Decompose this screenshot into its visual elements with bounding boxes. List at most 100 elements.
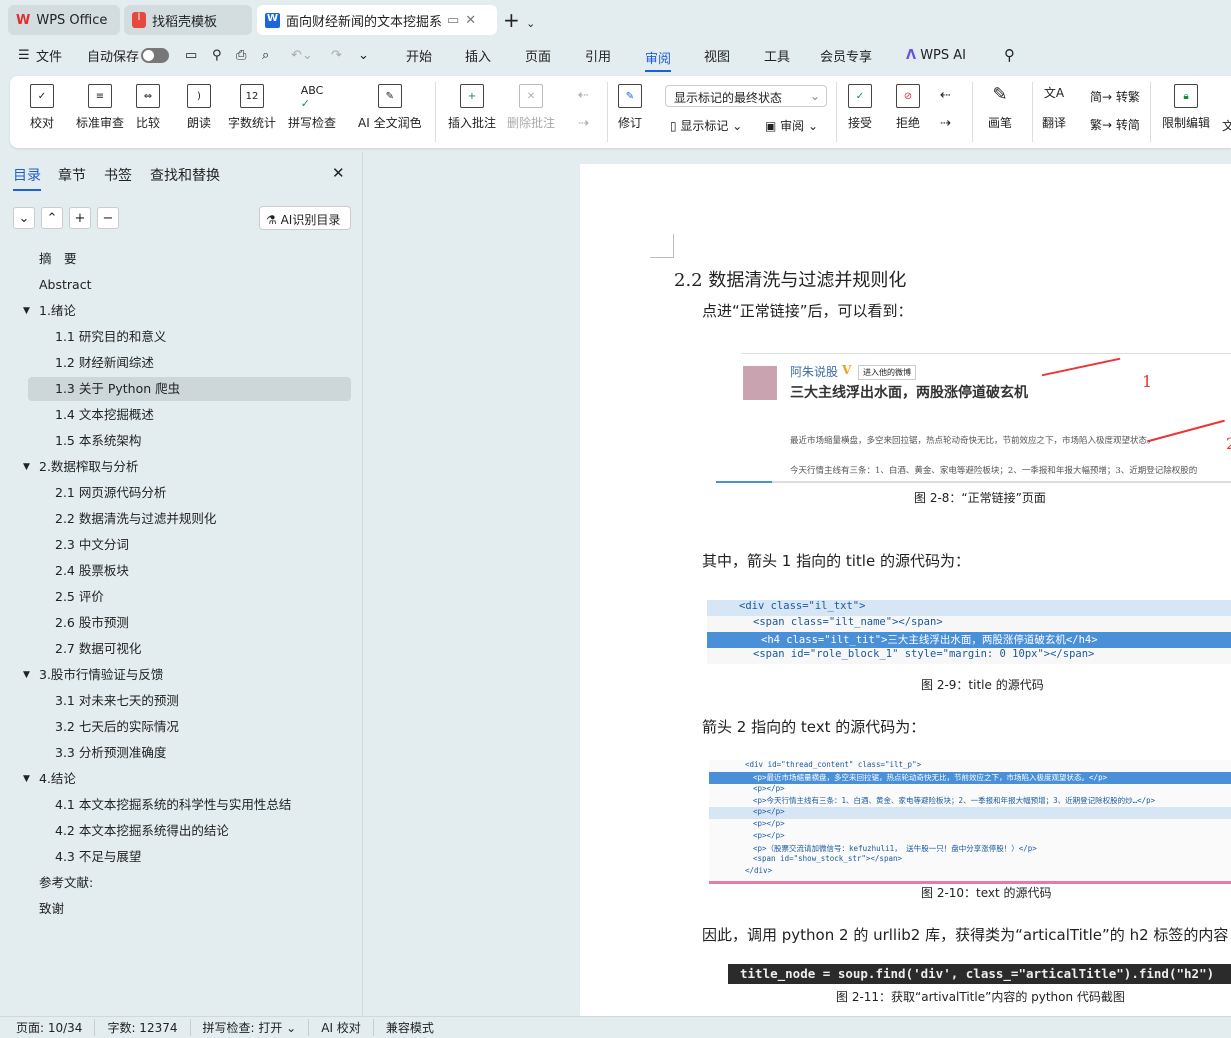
menu-start[interactable]: 开始 [406,46,432,65]
proofread-button[interactable]: ✓ 校对 [30,84,54,131]
expand-arrow-icon[interactable]: ▼ [23,663,30,687]
panel-tab-bookmark[interactable]: 书签 [104,165,132,185]
compare-button[interactable]: ⇔ 比较 [136,84,160,131]
markup-select[interactable]: 显示标记的最终状态 ⌄ [665,85,827,107]
toc-item[interactable]: 3.2 七天后的实际情况 [55,715,179,739]
toc-item[interactable]: 4.3 不足与展望 [55,845,141,869]
toc-item[interactable]: 1.1 研究目的和意义 [55,325,166,349]
new-tab-button[interactable]: + ⌄ [503,8,535,32]
toc-item[interactable]: 2.3 中文分词 [55,533,129,557]
expand-arrow-icon[interactable]: ▼ [23,455,30,479]
translate-icon: 文A [1043,86,1065,100]
accept-button[interactable]: ✓ 接受 [848,84,872,131]
ai-toc-button[interactable]: ⚗ AI识别目录 [259,206,351,230]
toc-item[interactable]: 2.6 股市预测 [55,611,129,635]
tab-document[interactable]: W 面向财经新闻的文本挖掘系统 ▭ ✕ [257,5,497,35]
to-traditional-button[interactable]: 简→ 转繁 [1090,88,1140,105]
panel-tab-toc[interactable]: 目录 [13,165,41,191]
toc-item[interactable]: 参考文献: [39,871,93,895]
toc-item[interactable]: ▼ 3.股市行情验证与反馈 [23,663,163,687]
autosave-toggle[interactable] [141,47,169,63]
toc-item[interactable]: 2.4 股票板块 [55,559,129,583]
toc-item[interactable]: 3.1 对未来七天的预测 [55,689,179,713]
collapse-up-button[interactable]: ⌃ [41,207,63,229]
menu-tools[interactable]: 工具 [764,46,790,65]
menu-file[interactable]: 文件 [36,46,62,65]
toc-item[interactable]: ▼ 1.绪论 [23,299,76,323]
toc-item[interactable]: 摘 要 [39,247,77,271]
close-panel-icon[interactable]: ✕ [332,164,345,182]
prev-comment-icon[interactable]: ⇠ [578,88,589,103]
track-changes-button[interactable]: ✎ 修订 [618,84,642,131]
ai-proofread[interactable]: AI 校对 [309,1019,374,1036]
tab-wps-office[interactable]: W WPS Office [8,5,120,35]
insert-comment-button[interactable]: + 插入批注 [448,84,496,131]
spell-check-button[interactable]: ABC ✓ 拼写检查 [288,84,336,131]
review-pane-button[interactable]: ▣ 审阅 ⌄ [765,117,818,134]
read-aloud-button[interactable]: ) 朗读 [187,84,211,131]
restrict-edit-button[interactable]: 🔒︎ 限制编辑 [1162,84,1210,131]
expand-arrow-icon[interactable]: ▼ [23,299,30,323]
panel-tab-find[interactable]: 查找和替换 [150,165,220,185]
next-change-icon[interactable]: ⇢ [940,116,951,131]
toc-item[interactable]: 1.3 关于 Python 爬虫 [28,377,351,401]
expand-arrow-icon[interactable]: ▼ [23,767,30,791]
page-indicator[interactable]: 页面: 10/34 [0,1019,96,1036]
reject-button[interactable]: ⊘ 拒绝 [896,84,920,131]
document-page[interactable]: 2.2 数据清洗与过滤并规则化 点进“正常链接”后，可以看到： 阿朱说股 V 进… [580,164,1231,1016]
menu-review[interactable]: 审阅 [645,48,672,72]
std-review-button[interactable]: ≡ 标准审查 [76,84,124,131]
toc-item[interactable]: 2.7 数据可视化 [55,637,141,661]
print-icon[interactable]: ⎙ [236,48,246,63]
word-count-button[interactable]: 12 字数统计 [228,84,276,131]
delete-comment-button[interactable]: ✕ 删除批注 [507,84,555,131]
toc-item[interactable]: Abstract [39,273,91,297]
tab-templates[interactable]: ⅼ 找稻壳模板 [124,5,252,35]
ribbon-review: ✓ 校对 ≡ 标准审查 ⇔ 比较 ) 朗读 12 字数统计 ABC ✓ 拼写检查 ✎ AI 全文… [10,76,1231,148]
share-icon[interactable]: ⚲ [212,48,222,63]
toc-item[interactable]: 2.5 评价 [55,585,104,609]
toc-item[interactable]: 4.2 本文本挖掘系统得出的结论 [55,819,229,843]
menu-icon[interactable]: ☰ [18,48,30,63]
redo-icon[interactable]: ↷ [331,48,342,63]
menu-member[interactable]: 会员专享 [820,46,872,65]
print-preview-icon[interactable]: ⌕ [262,48,269,63]
ai-polish-button[interactable]: ✎ AI 全文润色 [358,84,422,131]
close-tab-icon[interactable]: ✕ [465,13,476,28]
menu-page[interactable]: 页面 [525,46,551,65]
compare-icon: ⇔ [136,84,160,108]
toc-item[interactable]: 4.1 本文本挖掘系统的科学性与实用性总结 [55,793,291,817]
word-count[interactable]: 字数: 12374 [95,1019,191,1036]
toc-item[interactable]: 3.3 分析预测准确度 [55,741,166,765]
remove-level-button[interactable]: − [97,207,119,229]
show-markup-button[interactable]: ▯ 显示标记 ⌄ [670,117,742,134]
pen-button[interactable]: ✎ 画笔 [988,84,1012,131]
toc-item[interactable]: 1.2 财经新闻综述 [55,351,154,375]
translate-button[interactable]: 文A 翻译 [1042,84,1066,131]
toc-item[interactable]: ▼ 2.数据榨取与分析 [23,455,138,479]
toc-item[interactable]: 1.5 本系统架构 [55,429,141,453]
monitor-icon[interactable]: ▭ [447,13,459,28]
menu-view[interactable]: 视图 [704,46,730,65]
toc-item[interactable]: 2.1 网页源代码分析 [55,481,166,505]
panel-tab-chapter[interactable]: 章节 [58,165,86,185]
more-icon[interactable]: ⌄ [358,48,369,63]
menu-reference[interactable]: 引用 [585,46,611,65]
track-changes-icon: ✎ [618,84,642,108]
toc-item[interactable]: 1.4 文本挖掘概述 [55,403,154,427]
toc-item[interactable]: 2.2 数据清洗与过滤并规则化 [55,507,216,531]
add-level-button[interactable]: + [69,207,91,229]
to-simplified-button[interactable]: 繁→ 转简 [1090,116,1140,133]
toc-item[interactable]: ▼ 4.结论 [23,767,76,791]
spell-check-status[interactable]: 拼写检查: 打开 ⌄ [191,1019,310,1036]
next-comment-icon[interactable]: ⇢ [578,116,589,131]
menu-insert[interactable]: 插入 [465,46,491,65]
toc-item[interactable]: 致谢 [39,897,64,921]
search-icon[interactable]: ⚲ [1004,46,1015,64]
prev-change-icon[interactable]: ⇠ [940,88,951,103]
undo-icon[interactable]: ↶⌄ [291,48,313,63]
wps-ai-button[interactable]: Λ WPS AI [906,48,966,63]
expand-down-button[interactable]: ⌄ [13,207,35,229]
save-icon[interactable]: ▭ [185,48,197,63]
ribbon-more[interactable]: 文 [1222,117,1231,134]
